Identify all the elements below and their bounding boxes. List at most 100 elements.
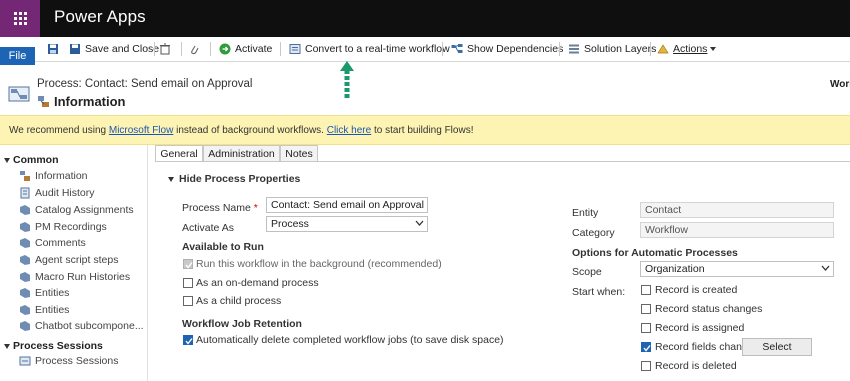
activate-as-label: Activate As (182, 222, 234, 234)
nav-item-process-sessions[interactable]: Process Sessions (19, 353, 118, 369)
record-assigned-label: Record is assigned (655, 322, 745, 334)
session-icon (19, 355, 31, 367)
options-heading: Options for Automatic Processes (572, 247, 738, 259)
on-demand-checkbox[interactable] (183, 278, 193, 288)
ribbon-separator (210, 42, 211, 56)
file-button[interactable]: File (0, 47, 35, 65)
fields-change-label: Record fields change (655, 341, 754, 353)
actions-menu-button[interactable]: Actions (657, 42, 717, 56)
activate-as-select[interactable]: Process (266, 216, 428, 232)
auto-delete-checkbox[interactable] (183, 335, 193, 345)
convert-realtime-button[interactable]: Convert to a real-time workflow (289, 42, 450, 56)
left-navigation: Common Information Audit History Catalog… (0, 145, 148, 381)
entity-icon (19, 287, 31, 299)
activate-label: Activate (235, 43, 273, 55)
record-deleted-label: Record is deleted (655, 360, 737, 372)
run-background-checkbox[interactable] (183, 259, 193, 269)
ribbon-separator (154, 42, 155, 56)
waffle-icon (13, 12, 27, 25)
available-to-run-heading: Available to Run (182, 241, 264, 253)
nav-item-label: Information (35, 170, 88, 182)
record-deleted-checkbox[interactable] (641, 361, 651, 371)
scope-label: Scope (572, 266, 602, 278)
show-dependencies-button[interactable]: Show Dependencies (451, 42, 563, 56)
child-process-checkbox[interactable] (183, 296, 193, 306)
nav-item-pm-recordings[interactable]: PM Recordings (19, 219, 107, 235)
convert-icon (289, 43, 301, 55)
label-text: Process Name (182, 202, 251, 214)
nav-item-label: Entities (35, 287, 70, 299)
nav-item-comments[interactable]: Comments (19, 235, 86, 251)
chevron-down-icon (415, 220, 424, 226)
fields-change-checkbox[interactable] (641, 342, 651, 352)
auto-delete-label: Automatically delete completed workflow … (196, 334, 504, 346)
convert-label: Convert to a real-time workflow (305, 43, 450, 55)
nav-group-process-sessions[interactable]: Process Sessions (4, 340, 103, 352)
app-header-bar: Power Apps (0, 0, 850, 37)
entity-icon (19, 320, 31, 332)
audit-icon (19, 187, 31, 199)
select-fields-button[interactable]: Select (742, 338, 812, 356)
record-assigned-checkbox[interactable] (641, 323, 651, 333)
delete-button[interactable] (159, 42, 175, 56)
solution-layers-button[interactable]: Solution Layers (568, 42, 656, 56)
nav-item-entities[interactable]: Entities (19, 285, 69, 301)
nav-item-label: PM Recordings (35, 221, 107, 233)
attach-button[interactable] (188, 42, 204, 56)
nav-item-audit-history[interactable]: Audit History (19, 185, 95, 201)
save-icon (47, 43, 59, 55)
nav-group-common[interactable]: Common (4, 154, 59, 166)
information-icon (19, 170, 31, 182)
collapse-icon (4, 343, 10, 349)
nav-item-macro-run-histories[interactable]: Macro Run Histories (19, 269, 130, 285)
save-close-icon (69, 43, 81, 55)
paperclip-icon (188, 43, 200, 55)
actions-label: Actions (673, 43, 708, 55)
category-label: Category (572, 227, 615, 239)
activate-icon (219, 43, 231, 55)
activate-button[interactable]: Activate (219, 42, 272, 56)
tab-general[interactable]: General (155, 145, 203, 162)
select-value: Process (271, 218, 309, 230)
information-icon (38, 96, 49, 107)
chevron-down-icon (710, 47, 717, 51)
tab-administration[interactable]: Administration (203, 145, 280, 162)
record-created-checkbox[interactable] (641, 285, 651, 295)
nav-item-label: Entities (35, 304, 70, 316)
tab-notes[interactable]: Notes (280, 145, 318, 162)
nav-item-agent-script-steps[interactable]: Agent script steps (19, 252, 118, 268)
nav-item-label: Comments (35, 237, 86, 249)
on-demand-label: As an on-demand process (196, 277, 319, 289)
nav-item-label: Catalog Assignments (35, 204, 134, 216)
section-toggle-hide-properties[interactable]: Hide Process Properties (168, 173, 300, 185)
microsoft-flow-link[interactable]: Microsoft Flow (109, 125, 173, 136)
status-changes-checkbox[interactable] (641, 304, 651, 314)
entity-icon (19, 237, 31, 249)
nav-item-label: Process Sessions (35, 355, 119, 367)
banner-text: We recommend using (9, 125, 109, 136)
save-and-close-button[interactable]: Save and Close (69, 42, 159, 56)
run-background-label: Run this workflow in the background (rec… (196, 258, 442, 270)
click-here-link[interactable]: Click here (327, 125, 371, 136)
scope-select[interactable]: Organization (640, 261, 834, 277)
show-dependencies-label: Show Dependencies (467, 43, 564, 55)
save-and-close-label: Save and Close (85, 43, 160, 55)
collapse-icon (4, 157, 10, 163)
nav-item-chatbot-subcomponents[interactable]: Chatbot subcompone... (19, 318, 144, 334)
section-title: Hide Process Properties (179, 173, 301, 185)
nav-item-catalog-assignments[interactable]: Catalog Assignments (19, 202, 134, 218)
required-marker: * (253, 202, 258, 214)
flow-recommendation-banner: We recommend using Microsoft Flow instea… (0, 115, 850, 145)
process-name-input[interactable]: Contact: Send email on Approval (266, 197, 428, 213)
nav-item-label: Audit History (35, 187, 95, 199)
page-title: Information (54, 94, 126, 109)
app-launcher-button[interactable] (0, 0, 40, 37)
nav-item-entities-2[interactable]: Entities (19, 302, 69, 318)
ribbon-separator (280, 42, 281, 56)
entity-icon (19, 271, 31, 283)
save-button[interactable] (47, 42, 63, 56)
nav-item-information[interactable]: Information (19, 168, 88, 184)
entity-icon (19, 221, 31, 233)
annotation-arrow-icon (340, 61, 354, 98)
ribbon-separator (442, 42, 443, 56)
